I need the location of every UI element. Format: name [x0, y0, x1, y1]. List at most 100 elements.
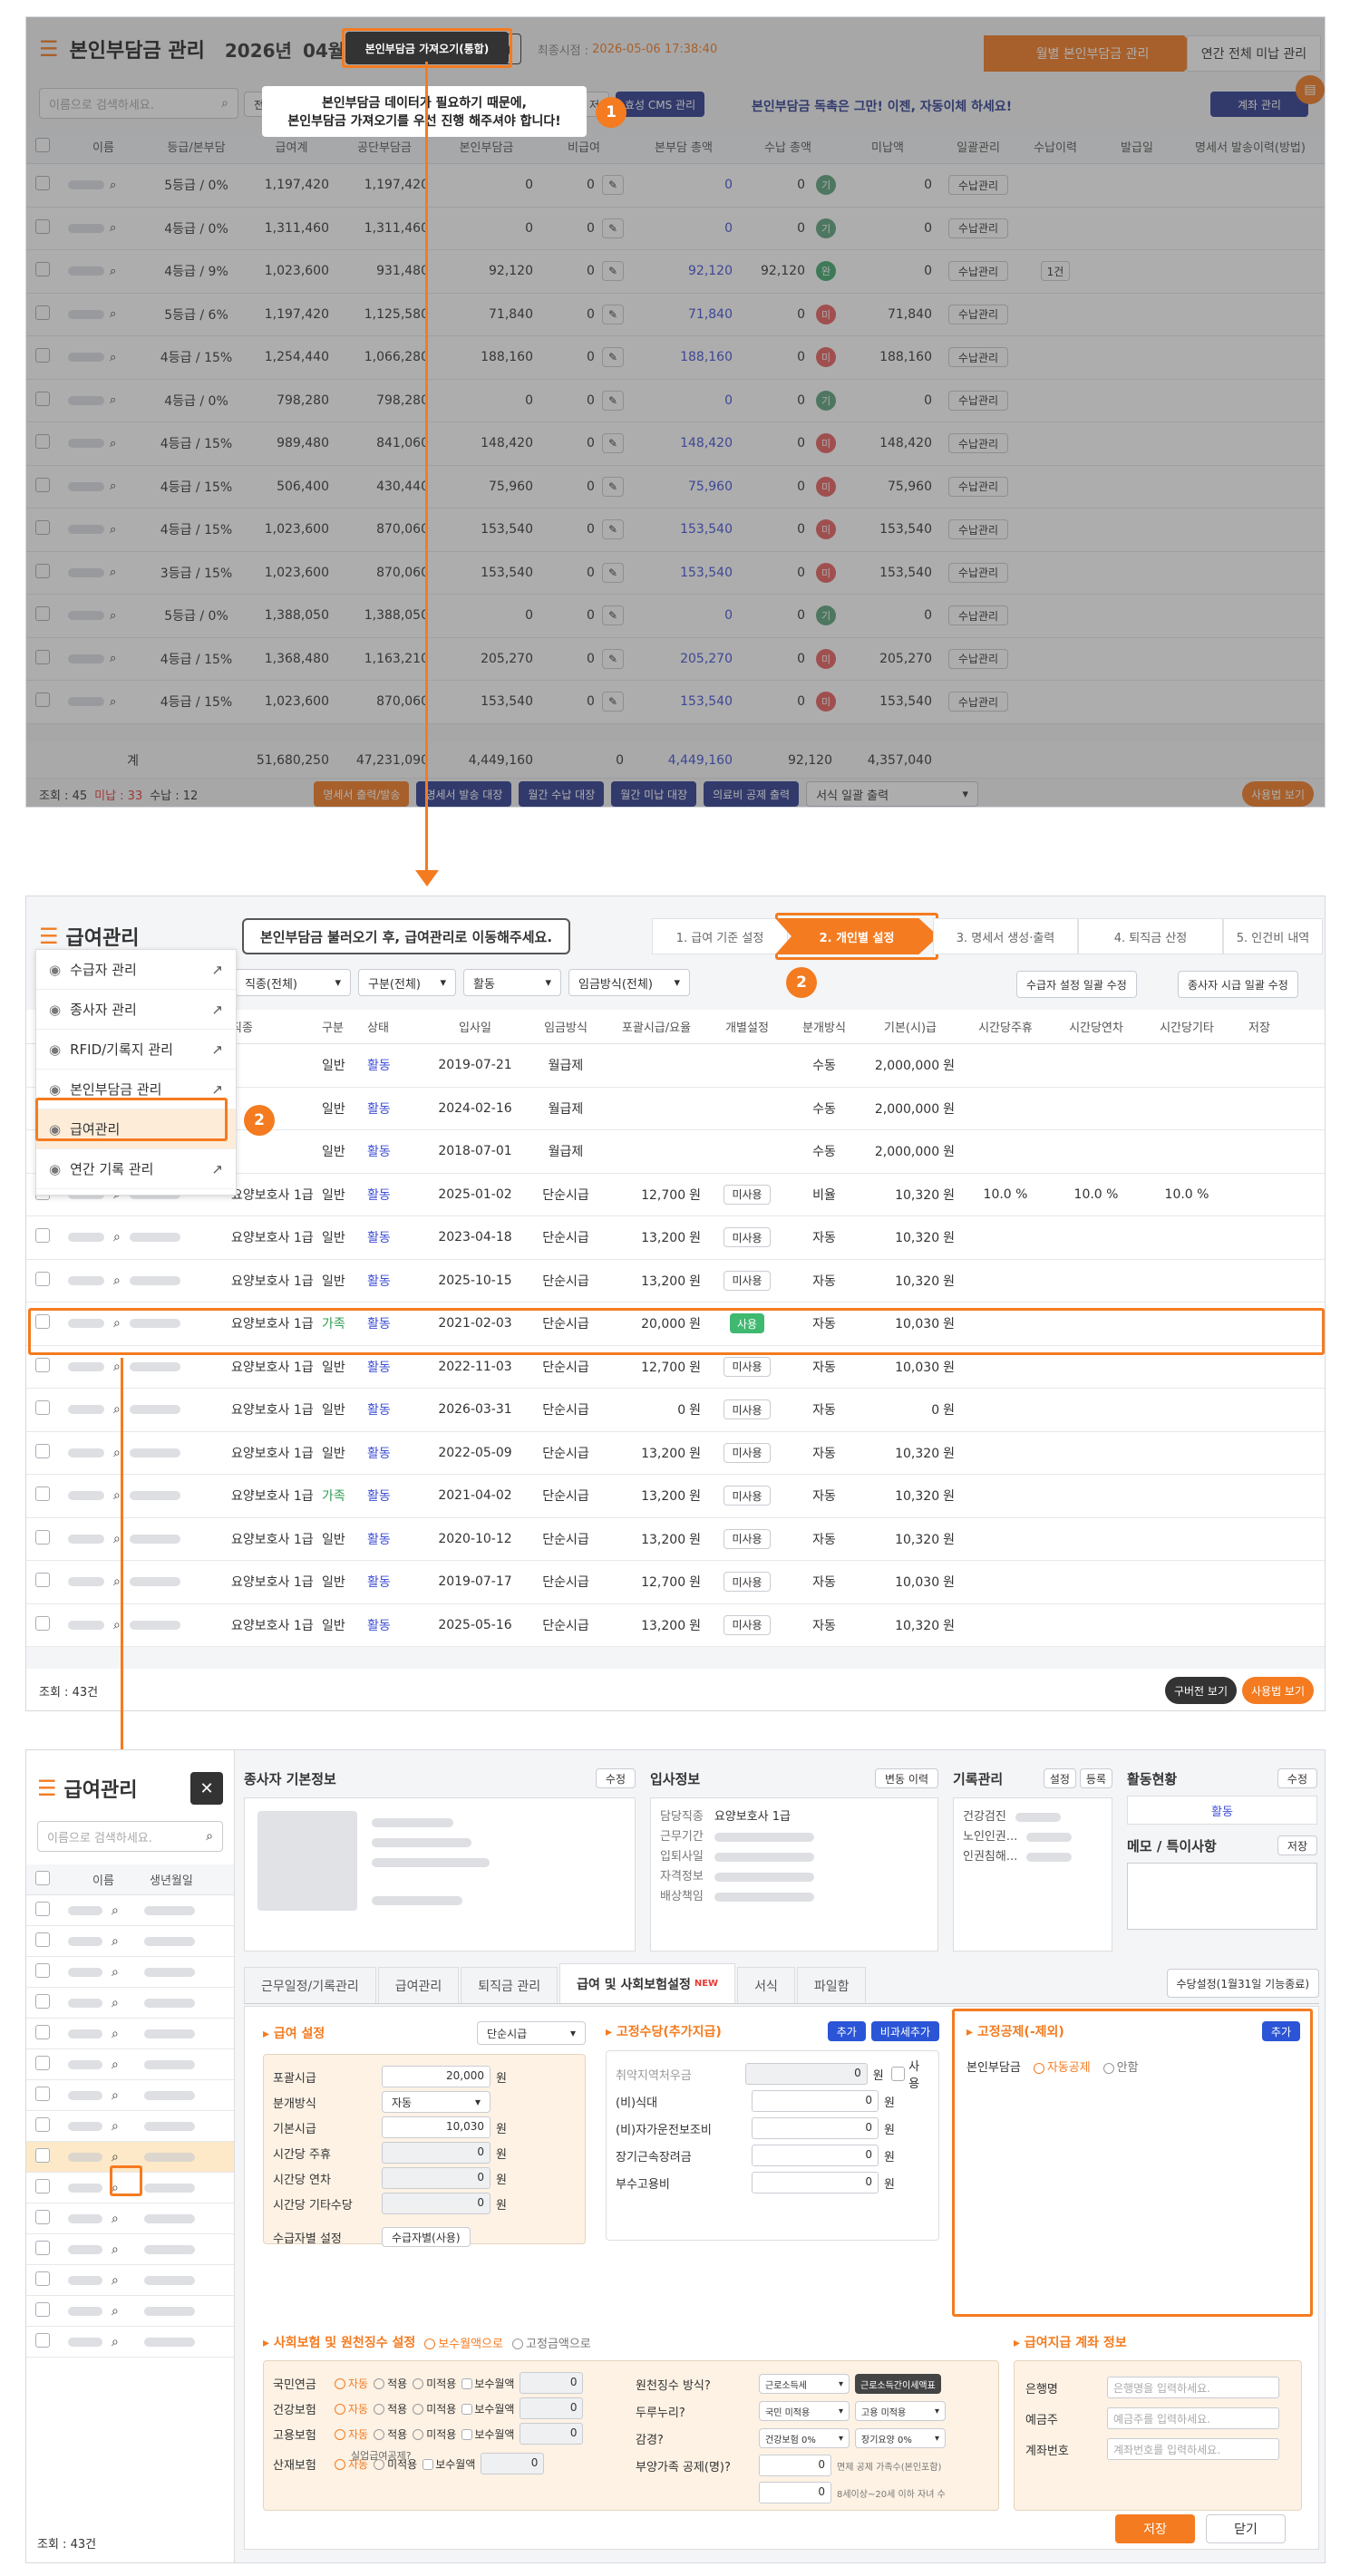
bank-input[interactable]: 은행명을 입력하세요.: [1107, 2377, 1279, 2398]
menu-item-2[interactable]: ◉ 종사자 관리 ↗: [36, 990, 236, 1030]
salary-checkbox-wrap[interactable]: 보수월액: [422, 2456, 475, 2472]
search-icon[interactable]: ⌕: [113, 1273, 121, 1288]
external-link-icon[interactable]: ↗: [211, 962, 223, 978]
tab-1[interactable]: 근무일정/기록관리: [244, 1967, 376, 2003]
search-icon[interactable]: ⌕: [112, 2150, 119, 2164]
old-version-button[interactable]: 구버전 보기: [1164, 1677, 1237, 1704]
menu-icon[interactable]: ☰: [39, 924, 59, 949]
search-icon[interactable]: ⌕: [112, 1965, 119, 1980]
row-checkbox[interactable]: [35, 2147, 50, 2163]
row-checkbox[interactable]: [35, 1357, 50, 1372]
list-item[interactable]: ⌕: [26, 2296, 234, 2327]
external-link-icon[interactable]: ↗: [211, 1081, 223, 1098]
individual-button[interactable]: 미사용: [724, 1227, 771, 1248]
row-checkbox[interactable]: [35, 2209, 50, 2224]
apply-radio[interactable]: 적용: [374, 2401, 407, 2416]
row-checkbox[interactable]: [35, 2086, 50, 2101]
row-checkbox[interactable]: [35, 1901, 50, 1916]
allow-add-button[interactable]: 추가: [827, 2021, 866, 2041]
individual-button[interactable]: 미사용: [724, 1356, 771, 1377]
list-item[interactable]: ⌕: [26, 2019, 234, 2049]
table-row[interactable]: ⌕ 요양보호사 1급 일반 활동 2023-04-18 단순시급 13,200 원 미사용 자동 1…: [26, 1216, 1325, 1260]
list-item[interactable]: ⌕: [26, 2203, 234, 2234]
use-checkbox[interactable]: [890, 2067, 906, 2081]
search-icon[interactable]: ⌕: [113, 1402, 121, 1417]
header-job[interactable]: 직종: [226, 1018, 316, 1035]
social-opt2-radio[interactable]: 고정금액으로: [511, 2334, 591, 2351]
list-search-input[interactable]: 이름으로 검색하세요. ⌕: [37, 1821, 223, 1852]
row-checkbox[interactable]: [35, 2024, 50, 2039]
record-settings-button[interactable]: 설정: [1043, 1768, 1076, 1788]
withhold-select[interactable]: 국민 미적용 ▾: [759, 2401, 850, 2421]
search-icon[interactable]: ⌕: [112, 2027, 119, 2041]
allow-field-input[interactable]: 0: [745, 2063, 868, 2085]
individual-button[interactable]: 미사용: [724, 1442, 771, 1463]
tab-3[interactable]: 퇴직금 관리: [461, 1967, 558, 2003]
search-icon[interactable]: ⌕: [112, 2335, 119, 2349]
row-checkbox[interactable]: [35, 1228, 50, 1244]
row-checkbox[interactable]: [35, 1573, 50, 1588]
list-col-name[interactable]: 이름: [63, 1871, 144, 1888]
table-row[interactable]: ⌕ 요양보호사 1급 일반 활동 2025-10-15 단순시급 13,200 원 미사용 자동 1…: [26, 1259, 1325, 1303]
import-button-focus[interactable]: 본인부담금 가져오기(통합): [345, 32, 509, 64]
list-col-birth[interactable]: 생년월일: [144, 1871, 226, 1888]
not-apply-radio[interactable]: 미적용: [413, 2376, 456, 2391]
activity-edit-button[interactable]: 수정: [1277, 1768, 1317, 1788]
row-checkbox[interactable]: [35, 2271, 50, 2286]
salary-checkbox-wrap[interactable]: 보수월액: [461, 2401, 514, 2416]
apply-radio[interactable]: 적용: [374, 2376, 407, 2391]
step-2[interactable]: 2. 개인별 설정: [775, 918, 938, 954]
list-item[interactable]: ⌕: [26, 1957, 234, 1988]
search-icon[interactable]: ⌕: [113, 1532, 121, 1546]
individual-button[interactable]: 미사용: [724, 1528, 771, 1549]
external-link-icon[interactable]: ↗: [211, 1161, 223, 1177]
table-row[interactable]: ⌕ 요양보호사 1급 일반 활동 2019-07-17 단순시급 12,700 원 미사용 자동 1…: [26, 1561, 1325, 1604]
individual-button[interactable]: 미사용: [724, 1270, 771, 1291]
search-icon[interactable]: ⌕: [112, 2273, 119, 2288]
pay-filter[interactable]: 임금방식(전체) ▾: [568, 969, 690, 996]
search-icon[interactable]: ⌕: [113, 1230, 121, 1244]
search-icon[interactable]: ⌕: [113, 1574, 121, 1589]
list-item[interactable]: ⌕: [26, 1926, 234, 1957]
list-select-all[interactable]: [35, 1870, 50, 1885]
memo-textarea[interactable]: [1127, 1863, 1317, 1930]
step-4[interactable]: 4. 퇴직금 산정: [1078, 918, 1223, 954]
list-item[interactable]: ⌕: [26, 2111, 234, 2142]
individual-button[interactable]: 미사용: [724, 1184, 771, 1205]
row-checkbox[interactable]: [35, 1993, 50, 2009]
search-icon[interactable]: ⌕: [113, 1488, 121, 1503]
table-row[interactable]: ⌕ 요양보호사 1급 일반 활동 2026-03-31 단순시급 0 원 미사용 자동 0 원: [26, 1389, 1325, 1432]
job-filter[interactable]: 직종(전체) ▾: [235, 969, 351, 996]
pay-field-input[interactable]: 20,000: [382, 2066, 490, 2087]
row-checkbox[interactable]: [35, 1529, 50, 1545]
header-div[interactable]: 구분: [316, 1018, 362, 1035]
record-register-button[interactable]: 등록: [1079, 1768, 1112, 1788]
row-checkbox[interactable]: [35, 1932, 50, 1947]
deduct-add-button[interactable]: 추가: [1261, 2021, 1300, 2041]
search-icon[interactable]: ⌕: [112, 1934, 119, 1949]
insurance-input[interactable]: 0: [520, 2397, 584, 2419]
list-item[interactable]: ⌕: [26, 2265, 234, 2296]
row-checkbox[interactable]: [35, 1615, 50, 1631]
search-icon[interactable]: ⌕: [112, 2119, 119, 2134]
individual-button[interactable]: 미사용: [724, 1399, 771, 1420]
status-filter[interactable]: 활동 ▾: [463, 969, 561, 996]
insurance-input[interactable]: 0: [481, 2453, 545, 2474]
list-item[interactable]: ⌕: [26, 1895, 234, 1926]
search-icon[interactable]: ⌕: [112, 1903, 119, 1918]
social-opt1-radio[interactable]: 보수월액으로: [424, 2334, 503, 2351]
tab-5[interactable]: 서식: [737, 1967, 795, 2003]
allow-field-input[interactable]: 0: [752, 2117, 879, 2139]
search-icon[interactable]: ⌕: [112, 2212, 119, 2226]
bulk-care-button[interactable]: 수급자 설정 일괄 수정: [1016, 971, 1137, 998]
row-checkbox[interactable]: [35, 1487, 50, 1502]
pay-field-input[interactable]: 0: [382, 2142, 490, 2164]
tab-4[interactable]: 급여 및 사회보험설정 NEW: [559, 1963, 736, 2003]
list-item[interactable]: ⌕: [26, 2234, 234, 2265]
search-icon[interactable]: ⌕: [112, 2058, 119, 2072]
tab-6[interactable]: 파일함: [796, 1967, 867, 2003]
row-checkbox[interactable]: [35, 2332, 50, 2348]
allowance-setting-button[interactable]: 수당설정(1월31일 기능종료): [1166, 1969, 1319, 1998]
header-date[interactable]: 입사일: [425, 1018, 525, 1035]
step-5[interactable]: 5. 인건비 내역: [1223, 918, 1323, 954]
